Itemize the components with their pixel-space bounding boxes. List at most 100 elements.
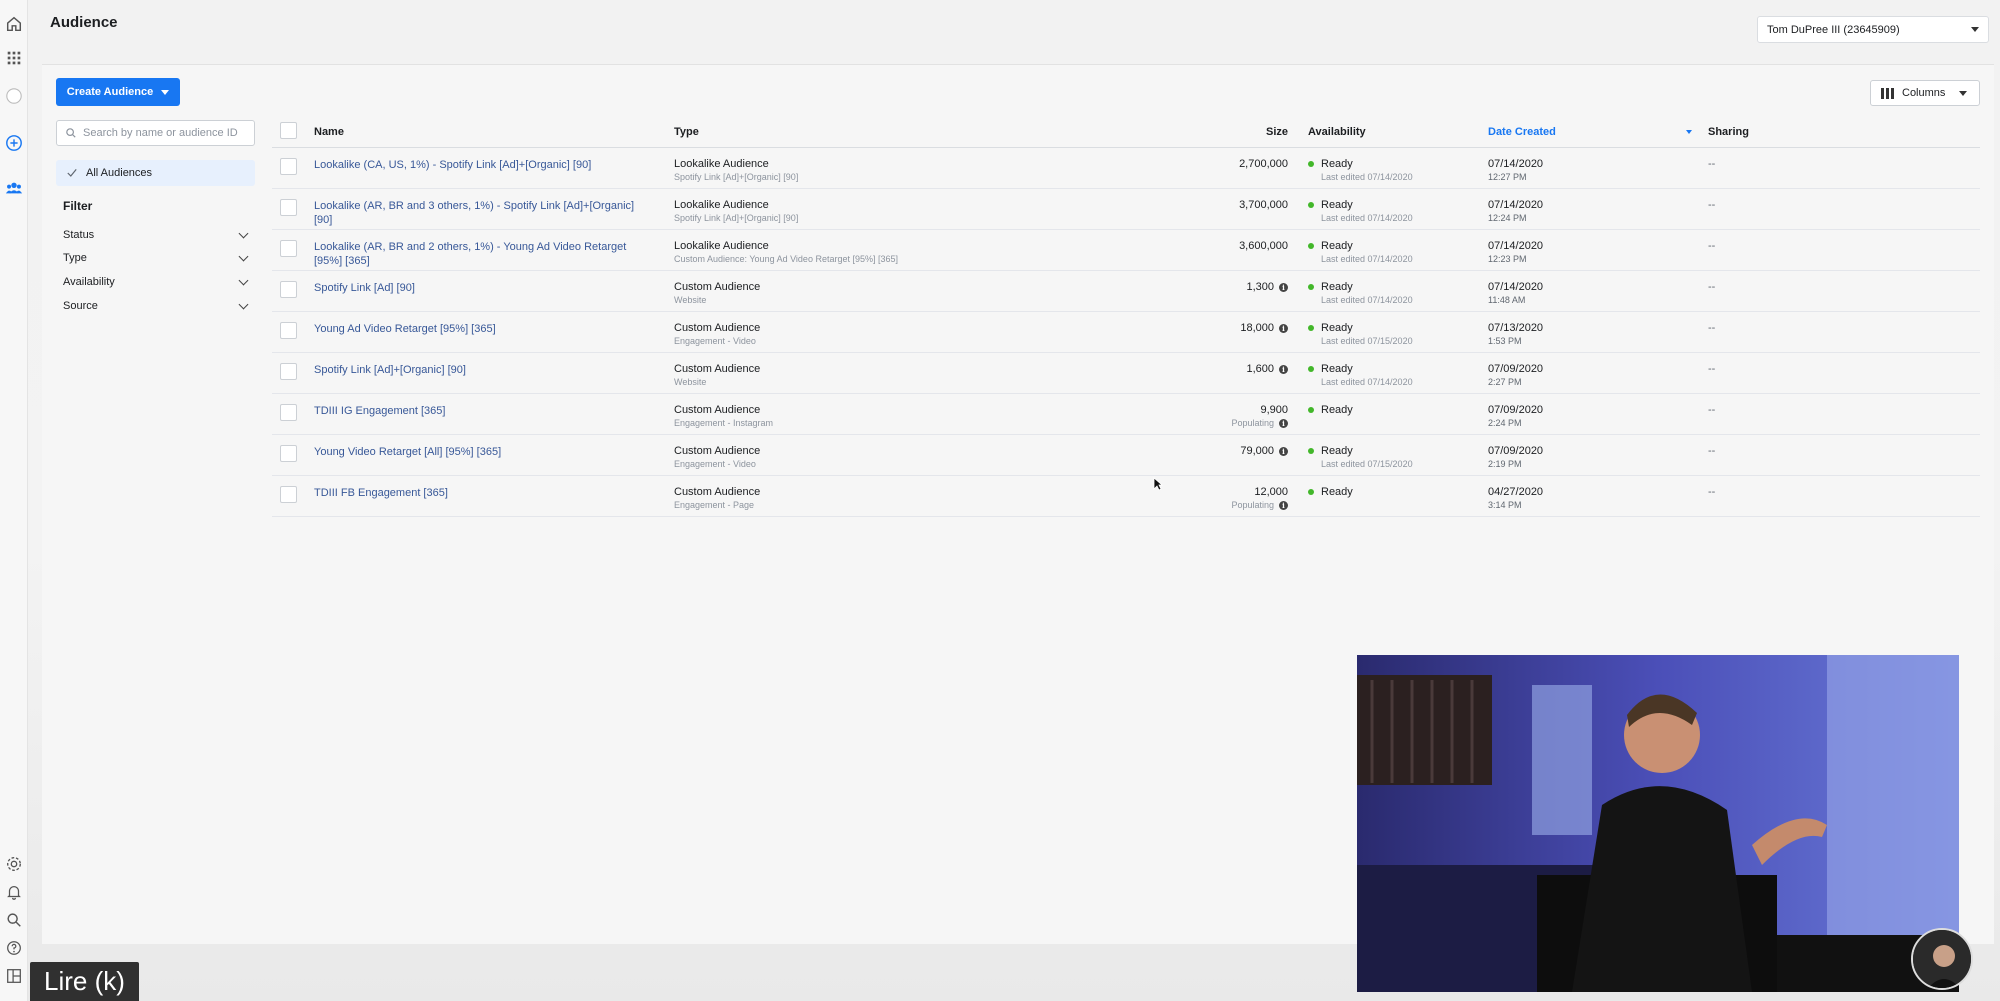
row-checkbox[interactable]	[280, 281, 297, 298]
columns-button[interactable]: Columns	[1870, 80, 1980, 106]
avatar-image	[1913, 930, 1971, 988]
status-dot-icon	[1308, 243, 1314, 249]
table-body: Lookalike (CA, US, 1%) - Spotify Link [A…	[272, 148, 1980, 517]
header-type[interactable]: Type	[674, 126, 699, 138]
audience-name-link[interactable]: Lookalike (AR, BR and 3 others, 1%) - Sp…	[314, 199, 654, 227]
columns-icon	[1881, 87, 1894, 99]
filter-source[interactable]: Source	[63, 296, 250, 316]
audience-name-link[interactable]: Young Video Retarget [All] [95%] [365]	[314, 445, 654, 459]
row-checkbox[interactable]	[280, 322, 297, 339]
sharing-value: --	[1708, 486, 1716, 498]
table-row[interactable]: Lookalike (AR, BR and 3 others, 1%) - Sp…	[272, 189, 1980, 230]
search-input[interactable]	[83, 127, 253, 139]
audience-name-link[interactable]: Spotify Link [Ad]+[Organic] [90]	[314, 363, 654, 377]
audience-size: 12,000 Populating i	[1172, 486, 1288, 510]
row-checkbox[interactable]	[280, 240, 297, 257]
table-row[interactable]: Young Video Retarget [All] [95%] [365] C…	[272, 435, 1980, 476]
panel-toggle-icon[interactable]	[4, 966, 24, 986]
sharing-value: --	[1708, 322, 1716, 334]
table-row[interactable]: Lookalike (CA, US, 1%) - Spotify Link [A…	[272, 148, 1980, 189]
audience-type: Custom Audience Website	[674, 281, 974, 305]
audience-size: 2,700,000	[1172, 158, 1288, 170]
table-row[interactable]: Spotify Link [Ad] [90] Custom Audience W…	[272, 271, 1980, 312]
page-title: Audience	[50, 14, 118, 31]
audience-search[interactable]	[56, 120, 255, 146]
audience-name-link[interactable]: TDIII FB Engagement [365]	[314, 486, 654, 500]
status-text: Ready	[1321, 404, 1353, 416]
apps-grid-icon[interactable]	[4, 48, 24, 68]
filter-heading: Filter	[63, 199, 93, 213]
audience-size-value: 1,600	[1246, 363, 1274, 375]
header-name[interactable]: Name	[314, 126, 344, 138]
audience-size: 1,600 i	[1172, 363, 1288, 375]
status-text: Ready	[1321, 322, 1353, 334]
table-row[interactable]: Young Ad Video Retarget [95%] [365] Cust…	[272, 312, 1980, 353]
info-icon[interactable]: i	[1279, 323, 1288, 333]
time-value: 1:53 PM	[1488, 336, 1522, 346]
time-value: 2:27 PM	[1488, 377, 1522, 387]
audience-type: Custom Audience Engagement - Instagram	[674, 404, 974, 428]
notifications-bell-icon[interactable]	[4, 882, 24, 902]
row-checkbox[interactable]	[280, 486, 297, 503]
filter-label: Type	[63, 252, 87, 264]
home-icon[interactable]	[4, 14, 24, 34]
help-icon[interactable]	[4, 938, 24, 958]
info-icon[interactable]: i	[1279, 418, 1288, 428]
header-date-created[interactable]: Date Created	[1488, 126, 1556, 138]
audience-name-link[interactable]: Spotify Link [Ad] [90]	[314, 281, 654, 295]
table-header: Name Type Size Availability Date Created…	[272, 118, 1980, 148]
search-icon[interactable]	[4, 910, 24, 930]
row-checkbox[interactable]	[280, 404, 297, 421]
channel-avatar	[1911, 928, 1973, 990]
audience-name-link[interactable]: Young Ad Video Retarget [95%] [365]	[314, 322, 654, 336]
settings-gear-icon[interactable]	[4, 854, 24, 874]
status-dot-icon	[1308, 325, 1314, 331]
dropdown-caret-icon	[1959, 90, 1968, 96]
account-avatar-icon[interactable]	[4, 86, 24, 106]
audience-size: 3,600,000	[1172, 240, 1288, 252]
row-checkbox[interactable]	[280, 158, 297, 175]
audience-size: 79,000 i	[1172, 445, 1288, 457]
audience-type: Custom Audience Engagement - Page	[674, 486, 974, 510]
audience-type: Custom Audience Website	[674, 363, 974, 387]
audience-name-link[interactable]: Lookalike (AR, BR and 2 others, 1%) - Yo…	[314, 240, 654, 268]
select-all-checkbox[interactable]	[280, 122, 297, 139]
chevron-down-icon	[238, 299, 249, 309]
table-row[interactable]: TDIII FB Engagement [365] Custom Audienc…	[272, 476, 1980, 517]
all-audiences-item[interactable]: All Audiences	[56, 160, 255, 186]
table-row[interactable]: TDIII IG Engagement [365] Custom Audienc…	[272, 394, 1980, 435]
size-status: Populating i	[1172, 418, 1288, 428]
filter-availability[interactable]: Availability	[63, 272, 250, 292]
filter-status[interactable]: Status	[63, 225, 250, 245]
filter-type[interactable]: Type	[63, 248, 250, 268]
row-checkbox[interactable]	[280, 445, 297, 462]
create-audience-button[interactable]: Create Audience	[56, 78, 180, 106]
audience-type-label: Lookalike Audience	[674, 158, 769, 170]
audiences-icon[interactable]	[4, 178, 24, 198]
create-plus-icon[interactable]	[4, 133, 24, 153]
audience-size-value: 3,600,000	[1239, 240, 1288, 252]
columns-label: Columns	[1902, 87, 1946, 99]
info-icon[interactable]: i	[1279, 364, 1288, 374]
info-icon[interactable]: i	[1279, 446, 1288, 456]
time-value: 12:27 PM	[1488, 172, 1527, 182]
row-checkbox[interactable]	[280, 363, 297, 380]
account-selector[interactable]: Tom DuPree III (23645909)	[1757, 16, 1989, 43]
sharing-value: --	[1708, 281, 1716, 293]
date-created: 07/09/2020 2:24 PM	[1488, 404, 1648, 428]
audience-name-link[interactable]: TDIII IG Engagement [365]	[314, 404, 654, 418]
table-row[interactable]: Lookalike (AR, BR and 2 others, 1%) - Yo…	[272, 230, 1980, 271]
audience-type-label: Custom Audience	[674, 322, 761, 334]
sort-desc-icon[interactable]	[1686, 130, 1692, 134]
row-checkbox[interactable]	[280, 199, 297, 216]
audience-name-link[interactable]: Lookalike (CA, US, 1%) - Spotify Link [A…	[314, 158, 654, 172]
header-size[interactable]: Size	[1172, 126, 1288, 138]
table-row[interactable]: Spotify Link [Ad]+[Organic] [90] Custom …	[272, 353, 1980, 394]
info-icon[interactable]: i	[1279, 282, 1288, 292]
header-availability[interactable]: Availability	[1308, 126, 1366, 138]
status-dot-icon	[1308, 407, 1314, 413]
header-sharing[interactable]: Sharing	[1708, 126, 1749, 138]
info-icon[interactable]: i	[1279, 500, 1288, 510]
audience-size-value: 1,300	[1246, 281, 1274, 293]
presenter-video-image	[1357, 655, 1959, 992]
